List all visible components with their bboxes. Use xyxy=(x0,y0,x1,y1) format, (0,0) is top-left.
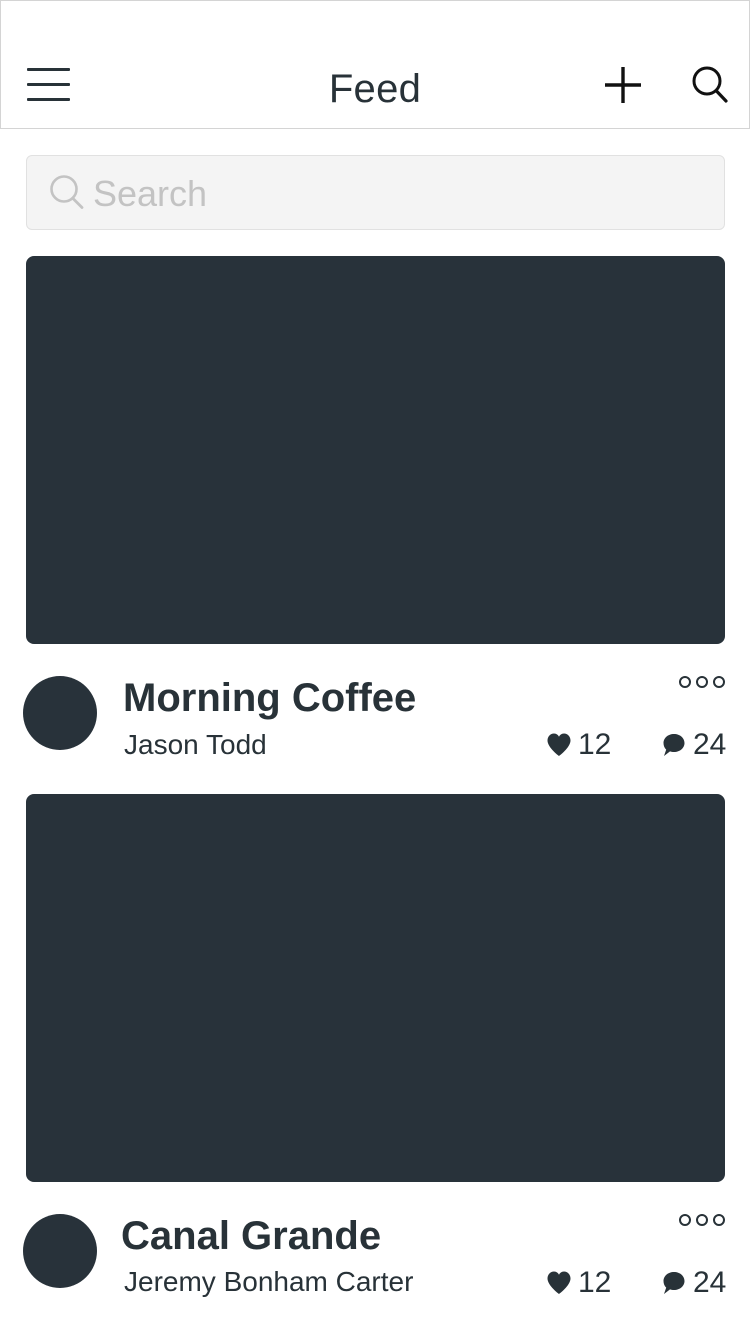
post-title[interactable]: Canal Grande xyxy=(121,1214,381,1259)
more-dots-icon xyxy=(679,676,725,688)
nav-header: Feed xyxy=(0,0,750,129)
like-button[interactable]: 12 xyxy=(546,727,611,763)
avatar[interactable] xyxy=(23,1214,97,1288)
comment-bubble-icon xyxy=(663,734,685,756)
comment-button[interactable]: 24 xyxy=(661,1265,726,1301)
search-bar[interactable] xyxy=(26,155,725,230)
avatar[interactable] xyxy=(23,676,97,750)
more-options-button[interactable] xyxy=(678,674,726,690)
post-author[interactable]: Jason Todd xyxy=(124,729,267,761)
search-input[interactable] xyxy=(93,166,693,222)
search-icon xyxy=(692,66,728,103)
search-icon xyxy=(50,175,84,209)
like-button[interactable]: 12 xyxy=(546,1265,611,1301)
feed-screen: Feed Morning Coffee Jason Todd xyxy=(0,0,750,1334)
header-search-button[interactable] xyxy=(691,65,729,105)
heart-icon xyxy=(547,1271,571,1294)
post-author[interactable]: Jeremy Bonham Carter xyxy=(124,1266,413,1298)
like-count: 12 xyxy=(578,728,612,761)
plus-icon xyxy=(605,67,641,103)
comment-button[interactable]: 24 xyxy=(661,727,726,763)
post-title[interactable]: Morning Coffee xyxy=(123,676,416,721)
heart-icon xyxy=(547,733,571,756)
post-image[interactable] xyxy=(26,794,725,1182)
comment-bubble-icon xyxy=(663,1272,685,1294)
comment-count: 24 xyxy=(693,728,727,761)
more-dots-icon xyxy=(679,1214,725,1226)
add-button[interactable] xyxy=(603,65,643,105)
more-options-button[interactable] xyxy=(678,1212,726,1228)
like-count: 12 xyxy=(578,1266,612,1299)
post-image[interactable] xyxy=(26,256,725,644)
comment-count: 24 xyxy=(693,1266,727,1299)
